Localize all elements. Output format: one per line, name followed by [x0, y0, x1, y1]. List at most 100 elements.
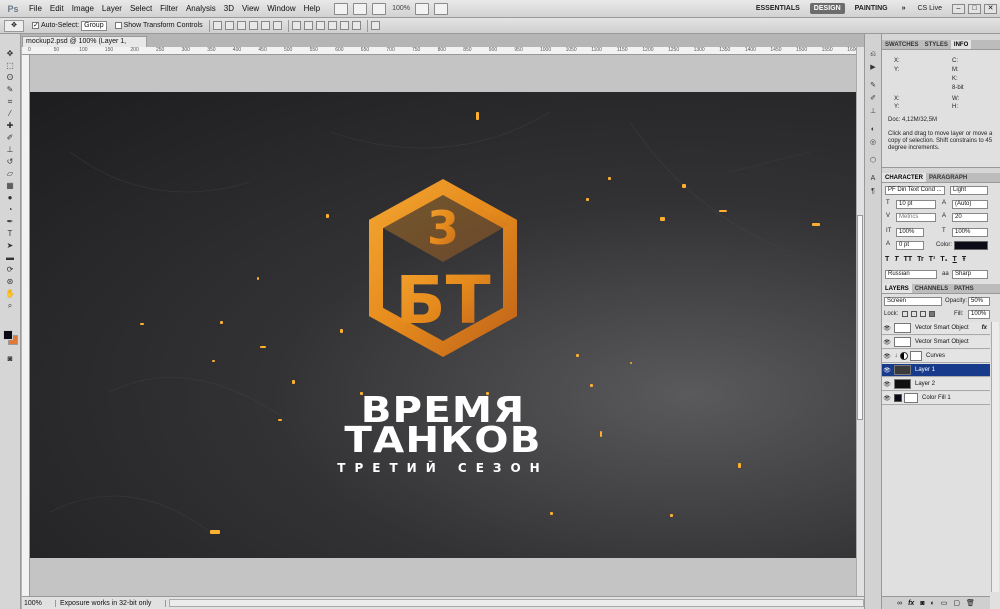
- tool-preset-picker[interactable]: ✥: [4, 19, 24, 32]
- tracking-field[interactable]: 20: [952, 213, 988, 222]
- blur-tool-icon[interactable]: ●: [3, 192, 17, 203]
- tab-styles[interactable]: STYLES: [922, 40, 951, 49]
- vertical-scale-field[interactable]: 100%: [896, 228, 924, 237]
- layer-row-1[interactable]: 👁 Vector Smart Object fx: [882, 322, 990, 335]
- 3d-rotate-tool-icon[interactable]: ⟳: [3, 264, 17, 275]
- menu-help[interactable]: Help: [304, 4, 320, 13]
- menu-analysis[interactable]: Analysis: [186, 4, 216, 13]
- language-select[interactable]: Russian: [885, 270, 937, 279]
- blend-mode-select[interactable]: Screen: [884, 297, 942, 306]
- align-right-icon[interactable]: [272, 21, 282, 30]
- distribute-vcenter-icon[interactable]: [303, 21, 313, 30]
- workspace-design[interactable]: DESIGN: [809, 3, 845, 14]
- eyedropper-tool-icon[interactable]: ⁄: [3, 108, 17, 119]
- faux-bold-button[interactable]: T: [885, 256, 889, 263]
- align-hcenter-icon[interactable]: [260, 21, 270, 30]
- fill-field[interactable]: 100%: [968, 310, 990, 319]
- layer-row-5[interactable]: 👁 Layer 2: [882, 378, 990, 391]
- more-workspaces-button[interactable]: »: [898, 3, 910, 14]
- align-bottom-icon[interactable]: [236, 21, 246, 30]
- workspace-painting[interactable]: PAINTING: [851, 3, 892, 14]
- distribute-hcenter-icon[interactable]: [339, 21, 349, 30]
- arrange-documents-icon[interactable]: [415, 2, 429, 15]
- leading-field[interactable]: (Auto): [952, 200, 988, 209]
- tab-layers[interactable]: LAYERS: [882, 284, 912, 293]
- gradient-tool-icon[interactable]: ▦: [3, 180, 17, 191]
- all-caps-button[interactable]: TT: [904, 256, 913, 263]
- layers-scrollbar[interactable]: [991, 322, 999, 592]
- tab-paths[interactable]: PATHS: [951, 284, 976, 293]
- new-adjustment-icon[interactable]: ◐: [931, 600, 935, 607]
- visibility-eye-icon[interactable]: 👁: [882, 353, 892, 360]
- menu-window[interactable]: Window: [267, 4, 295, 13]
- launch-bridge-icon[interactable]: [334, 2, 349, 15]
- paragraph-panel-icon[interactable]: ¶: [867, 187, 879, 197]
- view-extras-icon[interactable]: [372, 2, 387, 15]
- clone-source-icon[interactable]: ⊥: [867, 107, 879, 117]
- auto-select-checkbox[interactable]: [32, 22, 39, 29]
- underline-button[interactable]: T: [953, 256, 957, 263]
- auto-select-dropdown[interactable]: Group: [81, 20, 107, 31]
- visibility-eye-icon[interactable]: 👁: [882, 367, 892, 374]
- menu-edit[interactable]: Edit: [50, 4, 64, 13]
- align-vcenter-icon[interactable]: [224, 21, 234, 30]
- auto-align-icon[interactable]: [370, 21, 380, 30]
- move-tool-icon[interactable]: ✥: [3, 48, 17, 59]
- eraser-tool-icon[interactable]: ▱: [3, 168, 17, 179]
- lock-all-icon[interactable]: [929, 311, 935, 317]
- font-style-select[interactable]: Light: [950, 186, 988, 195]
- menu-filter[interactable]: Filter: [160, 4, 178, 13]
- add-style-icon[interactable]: fx: [908, 600, 914, 607]
- tab-swatches[interactable]: SWATCHES: [882, 40, 922, 49]
- delete-layer-icon[interactable]: 🗑: [966, 599, 975, 607]
- document-canvas[interactable]: 3 БТ ВРЕМЯ ТАНКОВ ТРЕТИЙ СЕЗОН: [30, 55, 856, 596]
- dodge-tool-icon[interactable]: ◔: [3, 204, 17, 215]
- history-panel-icon[interactable]: ⎌: [867, 50, 879, 60]
- crop-tool-icon[interactable]: ⌗: [3, 96, 17, 107]
- foreground-color-swatch[interactable]: [3, 330, 13, 340]
- marquee-tool-icon[interactable]: ⬚: [3, 60, 17, 71]
- baseline-shift-field[interactable]: 0 pt: [896, 241, 924, 250]
- distribute-bottom-icon[interactable]: [315, 21, 325, 30]
- text-color-swatch[interactable]: [954, 241, 988, 250]
- minimize-button[interactable]: –: [952, 3, 965, 14]
- layer-row-3[interactable]: 👁 ↓ Curves: [882, 350, 990, 363]
- vertical-scrollbar-thumb[interactable]: [857, 215, 863, 420]
- workspace-essentials[interactable]: ESSENTIALS: [752, 3, 804, 14]
- horizontal-scale-field[interactable]: 100%: [952, 228, 988, 237]
- lock-pixels-icon[interactable]: [911, 311, 917, 317]
- close-window-button[interactable]: ✕: [984, 3, 997, 14]
- tab-channels[interactable]: CHANNELS: [912, 284, 951, 293]
- opacity-field[interactable]: 50%: [968, 297, 990, 306]
- font-family-select[interactable]: PF Din Text Cond ...: [885, 186, 945, 195]
- brush-tool-icon[interactable]: ✐: [3, 132, 17, 143]
- screen-mode-icon[interactable]: [434, 2, 448, 15]
- visibility-eye-icon[interactable]: 👁: [882, 381, 892, 388]
- layer-row-6[interactable]: 👁 Color Fill 1: [882, 392, 990, 405]
- distribute-right-icon[interactable]: [351, 21, 361, 30]
- show-transform-checkbox[interactable]: [114, 22, 122, 29]
- align-left-icon[interactable]: [248, 21, 258, 30]
- launch-mini-bridge-icon[interactable]: [353, 2, 368, 15]
- visibility-eye-icon[interactable]: 👁: [882, 325, 892, 332]
- fx-icon[interactable]: fx: [982, 325, 987, 331]
- 3d-orbit-tool-icon[interactable]: ⊛: [3, 276, 17, 287]
- menu-3d[interactable]: 3D: [224, 4, 234, 13]
- superscript-button[interactable]: T¹: [929, 256, 936, 263]
- clone-stamp-tool-icon[interactable]: ⊥: [3, 144, 17, 155]
- maximize-button[interactable]: □: [968, 3, 981, 14]
- adjustments-panel-icon[interactable]: ◐: [867, 125, 879, 135]
- visibility-eye-icon[interactable]: 👁: [882, 395, 892, 402]
- color-swatches[interactable]: [3, 330, 19, 346]
- font-size-field[interactable]: 10 pt: [896, 200, 936, 209]
- lock-transparency-icon[interactable]: [902, 311, 908, 317]
- shape-tool-icon[interactable]: ▬: [3, 252, 17, 263]
- antialias-select[interactable]: Sharp: [952, 270, 988, 279]
- cs-live-button[interactable]: CS Live: [917, 5, 942, 12]
- tab-paragraph[interactable]: PARAGRAPH: [926, 173, 970, 182]
- actions-panel-icon[interactable]: ▶: [867, 63, 879, 73]
- tab-character[interactable]: CHARACTER: [882, 173, 926, 182]
- add-mask-icon[interactable]: ◙: [920, 600, 924, 607]
- faux-italic-button[interactable]: T: [894, 256, 898, 263]
- path-select-tool-icon[interactable]: ➤: [3, 240, 17, 251]
